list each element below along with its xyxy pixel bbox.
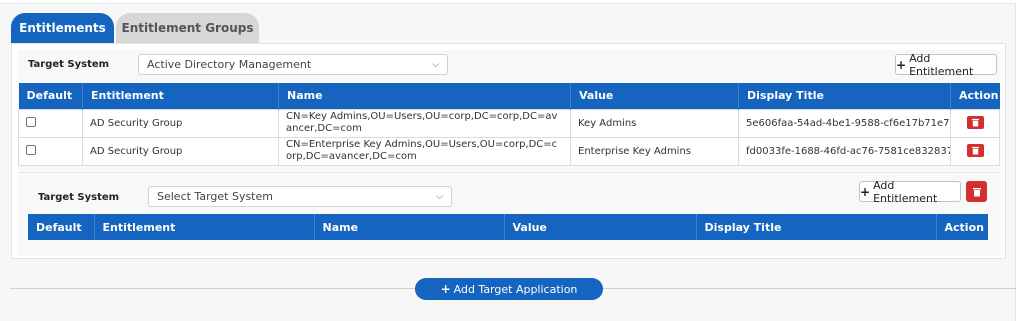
add-entitlement-button[interactable]: + Add Entitlement [859,178,961,205]
target-system-label: Target System [28,59,110,70]
display-title-cell: 5e606faa-54ad-4be1-9588-cf6e17b71e77 [738,108,951,138]
plus-icon: + [440,282,451,296]
name-cell: CN=Enterprise Key Admins,OU=Users,OU=cor… [278,136,571,166]
entitlements-table-2: Default Entitlement Name Value Display T… [28,214,988,240]
col-default: Default [18,83,83,109]
delete-target-system-button[interactable] [966,181,987,202]
action-cell [950,136,1000,166]
target-system-select[interactable]: Active Directory Management ⌵ [138,54,448,75]
add-entitlement-button[interactable]: + Add Entitlement [895,51,997,78]
value-cell: Enterprise Key Admins [570,136,739,166]
col-action: Action [936,214,988,240]
target-system-placeholder: Select Target System [157,190,273,203]
col-default: Default [28,214,95,240]
entitlement-cell: AD Security Group [82,136,279,166]
col-value: Value [504,214,697,240]
default-checkbox[interactable] [26,144,36,155]
col-entitlement: Entitlement [82,83,279,109]
default-cell [18,108,83,138]
target-system-value: Active Directory Management [147,58,312,71]
delete-row-button[interactable] [966,144,984,157]
target-system-select[interactable]: Select Target System ⌵ [148,186,452,207]
trash-icon [971,118,979,127]
default-cell [18,136,83,166]
trash-icon [971,146,979,155]
col-entitlement: Entitlement [94,214,315,240]
table-header-row: Default Entitlement Name Value Display T… [28,214,988,240]
entitlement-cell: AD Security Group [82,108,279,138]
table-row: AD Security Group CN=Key Admins,OU=Users… [18,108,1000,138]
plus-icon: + [896,57,907,72]
chevron-down-icon: ⌵ [432,59,439,70]
chevron-down-icon: ⌵ [436,191,443,202]
col-display-title: Display Title [696,214,937,240]
add-entitlement-label: Add Entitlement [873,178,938,205]
col-name: Name [314,214,505,240]
plus-icon: + [860,184,871,199]
delete-row-button[interactable] [966,116,984,129]
add-entitlement-label: Add Entitlement [909,51,974,78]
trash-icon [972,187,981,196]
tab-entitlements[interactable]: Entitlements [11,13,114,43]
value-cell: Key Admins [570,108,739,138]
action-cell [950,108,1000,138]
table-row: AD Security Group CN=Enterprise Key Admi… [18,136,1000,166]
col-display-title: Display Title [738,83,951,109]
display-title-cell: fd0033fe-1688-46fd-ac76-7581ce832837 [738,136,951,166]
add-target-application-button[interactable]: + Add Target Application [415,278,603,300]
name-cell: CN=Key Admins,OU=Users,OU=corp,DC=corp,D… [278,108,571,138]
col-name: Name [278,83,571,109]
col-value: Value [570,83,739,109]
page-background: Entitlements Entitlement Groups Target S… [0,0,1016,321]
entitlements-table-1: Default Entitlement Name Value Display T… [18,83,1000,166]
tab-entitlement-groups[interactable]: Entitlement Groups [116,13,259,43]
target-system-label: Target System [38,192,120,203]
add-target-application-label: Add Target Application [453,282,578,296]
table-header-row: Default Entitlement Name Value Display T… [18,83,1000,109]
col-action: Action [950,83,1000,109]
top-border [0,0,1016,4]
default-checkbox[interactable] [26,116,36,127]
